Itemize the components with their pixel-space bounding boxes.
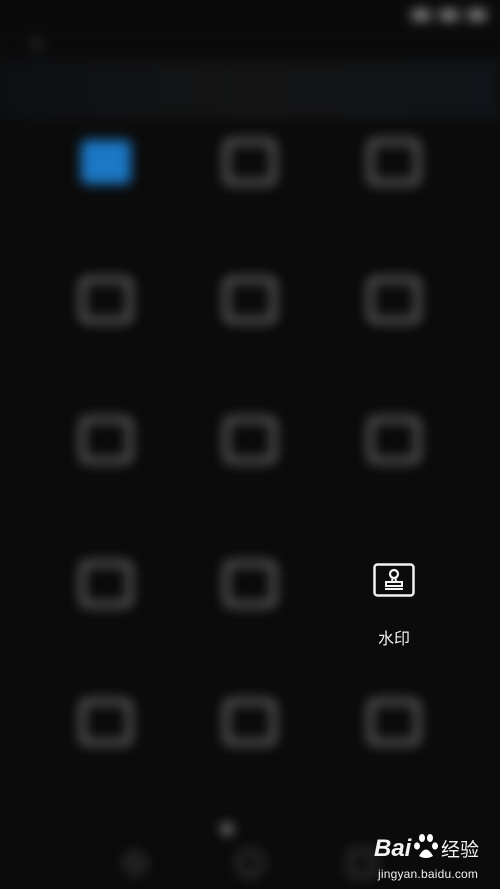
status-icons <box>412 7 486 23</box>
image-preview-strip <box>0 60 500 120</box>
tool-item-5[interactable] <box>190 278 310 340</box>
site-watermark: Bai 经验 jingyan.baidu.com <box>370 829 494 885</box>
stamp-icon <box>373 563 415 597</box>
tool-item-14[interactable] <box>334 700 454 762</box>
battery-icon <box>468 10 486 20</box>
shuffle-icon <box>225 418 275 462</box>
fire-icon <box>369 700 419 744</box>
tool-item-3[interactable] <box>334 140 454 202</box>
blurred-background: ‹ <box>0 0 500 889</box>
tool-item-12[interactable] <box>46 700 166 762</box>
nav-home-icon[interactable] <box>237 850 263 876</box>
tool-item-13[interactable] <box>190 700 310 762</box>
site-url: jingyan.baidu.com <box>378 867 479 881</box>
baidu-paw-logo: Bai 经验 <box>374 834 479 862</box>
tool-item-8[interactable] <box>190 418 310 480</box>
top-bar: ‹ <box>0 26 500 60</box>
signal-icon <box>412 10 430 20</box>
cross-icon <box>225 562 275 606</box>
svg-text:经验: 经验 <box>441 839 479 861</box>
accent-tile-icon <box>81 140 131 184</box>
scissors-icon <box>225 700 275 744</box>
arrows-icon <box>225 278 275 322</box>
nav-indicator-dot <box>222 824 232 834</box>
back-arrow-icon[interactable]: ‹ <box>26 32 48 54</box>
tool-item-6[interactable] <box>334 278 454 340</box>
tool-item-9[interactable] <box>334 418 454 480</box>
tool-item-10[interactable] <box>46 562 166 624</box>
screen: ‹ 水印 Bai 经验 jingyan.baidu.com <box>0 0 500 889</box>
watermark-label: 水印 <box>377 631 410 648</box>
house-icon <box>225 140 275 184</box>
tool-item-1[interactable] <box>46 140 166 202</box>
file-icon <box>81 700 131 744</box>
cloud-folder-icon <box>81 278 131 322</box>
tool-item-11[interactable] <box>190 562 310 624</box>
svg-text:Bai: Bai <box>374 835 413 862</box>
camera-icon <box>81 562 131 606</box>
tool-item-4[interactable] <box>46 278 166 340</box>
nav-back-icon[interactable] <box>122 850 148 876</box>
document-icon <box>369 278 419 322</box>
wifi-icon <box>440 10 458 20</box>
tag-icon <box>369 140 419 184</box>
tool-item-2[interactable] <box>190 140 310 202</box>
watermark-tool-button[interactable]: 水印 <box>334 563 454 649</box>
box-icon <box>369 418 419 462</box>
panel-icon <box>81 418 131 462</box>
tool-item-7[interactable] <box>46 418 166 480</box>
